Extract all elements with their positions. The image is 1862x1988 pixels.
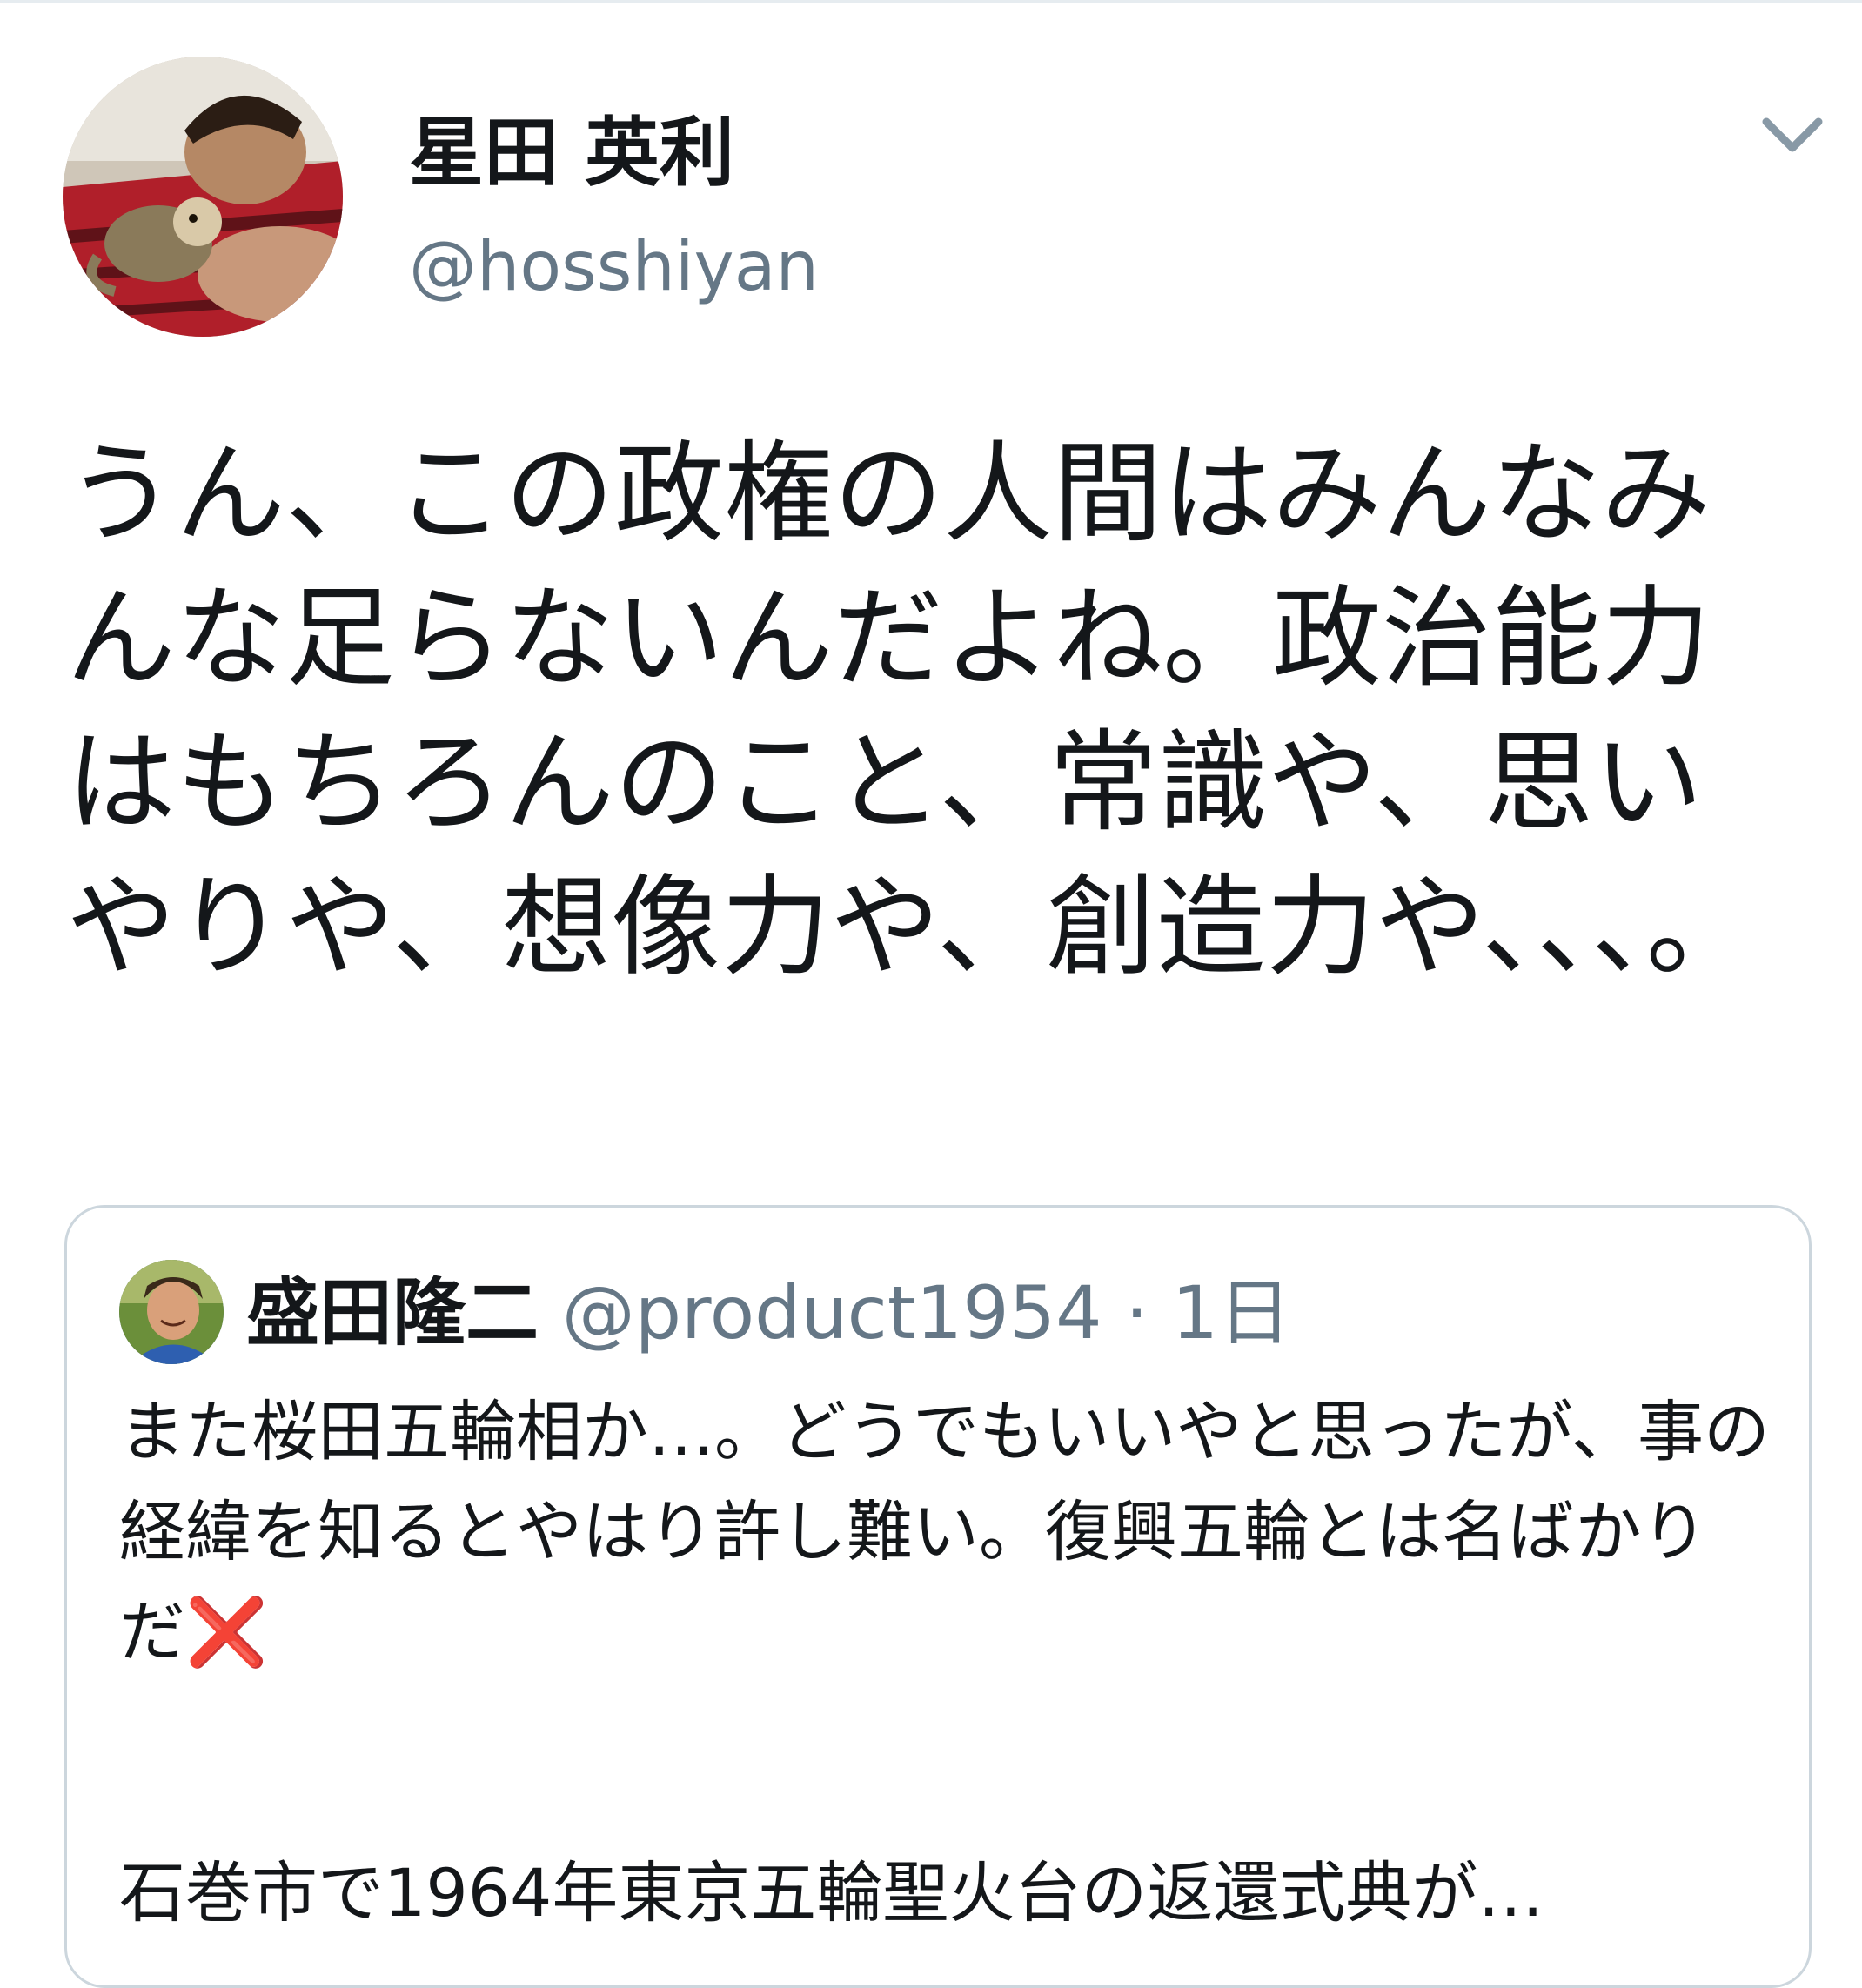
quoted-tweet-text-line: また桜田五輪相か…。どうでもいいやと思ったが、事の経緯を知るとやはり許し難い。復…	[119, 1393, 1770, 1670]
tweet-text: うん、この政権の人間はみんなみんな足らないんだよね。政治能力はもちろんのこと、常…	[66, 430, 1756, 991]
chevron-down-icon[interactable]	[1758, 109, 1827, 161]
author-display-name[interactable]: 星田 英利	[409, 91, 734, 200]
quoted-author-handle[interactable]: @product1954	[562, 1270, 1102, 1355]
author-handle[interactable]: @hosshiyan	[409, 228, 819, 306]
quoted-tweet-header: 盛田隆二 @product1954 · 1日	[246, 1265, 1291, 1361]
quoted-author-avatar[interactable]	[119, 1260, 224, 1364]
top-divider	[0, 0, 1862, 3]
avatar-photo-icon	[63, 57, 343, 337]
cross-mark-emoji-icon: ❌	[185, 1593, 268, 1670]
quoted-tweet-text-continuation: 石巻市で1964年東京五輪聖火台の返還式典が…	[119, 1854, 1544, 1931]
quoted-tweet-card[interactable]: 盛田隆二 @product1954 · 1日 また桜田五輪相か…。どうでもいいや…	[64, 1205, 1812, 1988]
separator-dot: ·	[1125, 1270, 1149, 1355]
quoted-author-name[interactable]: 盛田隆二	[246, 1270, 539, 1355]
quoted-avatar-photo-icon	[119, 1260, 224, 1364]
quoted-tweet-text: また桜田五輪相か…。どうでもいいやと思ったが、事の経緯を知るとやはり許し難い。復…	[119, 1382, 1772, 1682]
author-avatar[interactable]	[63, 57, 343, 337]
quoted-tweet-timestamp[interactable]: 1日	[1172, 1270, 1291, 1355]
